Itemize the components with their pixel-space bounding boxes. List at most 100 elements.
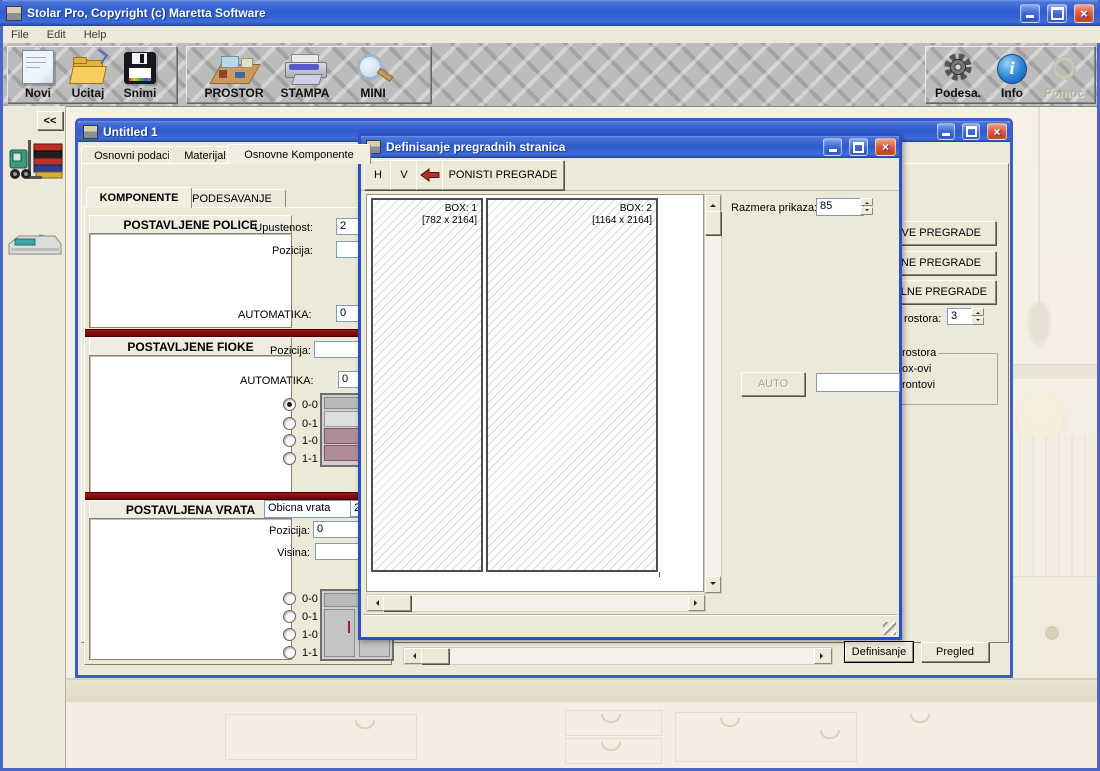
tab-osnovni-podaci[interactable]: Osnovni podaci	[81, 146, 183, 164]
mini-button-label: MINI	[360, 86, 385, 100]
group-item-boxovi[interactable]: ox-ovi	[902, 363, 931, 375]
scroll-left-button[interactable]	[404, 648, 422, 664]
box-name: BOX: 2	[592, 203, 652, 215]
scroll-right-button[interactable]	[814, 648, 832, 664]
radio-label: 0-0	[302, 399, 318, 411]
ponisti-pregrade-button[interactable]: PONISTI PREGRADE	[442, 160, 564, 190]
scroll-up-button[interactable]	[705, 195, 721, 212]
vrata-radio-0-0[interactable]: 0-0	[283, 592, 318, 605]
menu-edit[interactable]: Edit	[47, 29, 66, 41]
box-size: [1164 x 2164]	[592, 215, 652, 227]
radio-label: 1-0	[302, 629, 318, 641]
info-button[interactable]: i Info	[990, 50, 1034, 100]
pregled-button[interactable]: Pregled	[921, 642, 989, 662]
main-maximize-button[interactable]	[1047, 4, 1067, 23]
save-button[interactable]: Snimi	[114, 50, 166, 100]
tab-podesavanje[interactable]: PODESAVANJE	[178, 189, 286, 208]
police-pozicija-label: Pozicija:	[263, 245, 313, 257]
save-button-label: Snimi	[124, 86, 157, 100]
upustenost-label: Upustenost:	[253, 222, 313, 234]
scroll-thumb[interactable]	[383, 595, 411, 611]
tab-osnovne-komponente[interactable]: Osnovne Komponente	[227, 144, 371, 164]
menu-help[interactable]: Help	[84, 29, 107, 41]
radio-label: 0-0	[302, 593, 318, 605]
left-sidebar: <<	[3, 106, 66, 768]
open-button[interactable]: Ucitaj	[64, 50, 112, 100]
scroll-thumb[interactable]	[705, 211, 721, 235]
box-1[interactable]: BOX: 1 [782 x 2164]	[371, 198, 483, 572]
dialog-close-button[interactable]: ×	[875, 138, 896, 156]
group-item-frontovi[interactable]: rontovi	[902, 379, 935, 391]
document-hscrollbar[interactable]	[403, 647, 833, 665]
tab-komponente[interactable]: KOMPONENTE	[86, 187, 192, 208]
dialog-statusbar	[363, 615, 897, 636]
radio-label: 0-1	[302, 418, 318, 430]
doc-minimize-button[interactable]	[937, 123, 955, 140]
new-button[interactable]: Novi	[14, 50, 62, 100]
definisanje-button[interactable]: Definisanje	[845, 642, 913, 662]
main-close-button[interactable]: ×	[1074, 4, 1094, 23]
collapse-label: <<	[44, 115, 57, 127]
scroll-left-button[interactable]	[367, 595, 384, 611]
app-icon	[6, 6, 22, 21]
section-separator	[85, 492, 389, 500]
dialog-title: Definisanje pregradnih stranica	[386, 140, 565, 154]
printer-icon	[283, 54, 327, 84]
vrata-radio-1-0[interactable]: 1-0	[283, 628, 318, 641]
open-folder-icon	[71, 54, 105, 84]
vrata-radio-1-1[interactable]: 1-1	[283, 646, 318, 659]
scroll-right-button[interactable]	[688, 595, 705, 611]
sidebar-collapse-button[interactable]: <<	[37, 111, 63, 130]
radio-icon	[283, 646, 296, 659]
dialog-maximize-button[interactable]	[849, 138, 868, 156]
main-minimize-button[interactable]	[1020, 4, 1040, 23]
doc-maximize-button[interactable]	[962, 123, 980, 140]
fioke-pozicija-label: Pozicija:	[261, 345, 311, 357]
forklift-materials-icon[interactable]	[6, 130, 64, 190]
dialog-minimize-button[interactable]	[823, 138, 842, 156]
dialog-canvas[interactable]: BOX: 1 [782 x 2164] BOX: 2 [1164 x 2164]	[366, 194, 704, 592]
fioke-radio-0-1[interactable]: 0-1	[283, 417, 318, 430]
radio-icon	[283, 610, 296, 623]
radio-label: 0-1	[302, 611, 318, 623]
help-button[interactable]: Pomoc	[1038, 50, 1090, 100]
box-baseline	[483, 572, 660, 577]
canvas-hscrollbar[interactable]	[366, 594, 706, 612]
scroll-thumb[interactable]	[421, 648, 449, 664]
undo-partition-button[interactable]	[416, 160, 444, 190]
document-title: Untitled 1	[103, 125, 158, 139]
horizontal-split-button[interactable]: H	[364, 160, 392, 190]
vertical-split-button[interactable]: V	[390, 160, 418, 190]
doc-close-button[interactable]: ×	[987, 123, 1007, 140]
fioke-radio-1-0[interactable]: 1-0	[283, 434, 318, 447]
fioke-radio-1-1[interactable]: 1-1	[283, 452, 318, 465]
prostora-spinner-buttons[interactable]	[971, 308, 984, 325]
settings-button[interactable]: Podesa.	[932, 50, 984, 100]
vrata-list[interactable]	[89, 518, 292, 660]
vrata-radio-0-1[interactable]: 0-1	[283, 610, 318, 623]
resize-grip[interactable]	[883, 622, 896, 635]
main-titlebar: Stolar Pro, Copyright (c) Maretta Softwa…	[0, 0, 1100, 26]
main-window-title: Stolar Pro, Copyright (c) Maretta Softwa…	[27, 6, 266, 20]
scanner-icon[interactable]	[5, 210, 65, 262]
mini-button[interactable]: MINI	[345, 50, 401, 100]
auto-button[interactable]: AUTO	[741, 372, 805, 396]
auto-value-input[interactable]	[816, 373, 900, 392]
scroll-down-button[interactable]	[705, 576, 721, 593]
stampa-button[interactable]: STAMPA	[273, 50, 337, 100]
razmera-input[interactable]: 85	[816, 198, 864, 216]
fioke-radio-0-0[interactable]: 0-0	[283, 398, 318, 411]
gear-icon	[941, 52, 975, 84]
dialog-toolbar: H V PONISTI PREGRADE	[361, 158, 899, 191]
radio-icon	[283, 434, 296, 447]
canvas-vscrollbar[interactable]	[704, 194, 722, 594]
razmera-spinner-buttons[interactable]	[860, 198, 873, 216]
button-label: V	[400, 169, 407, 181]
menu-file[interactable]: File	[11, 29, 29, 41]
partition-dialog: Definisanje pregradnih stranica × H V PO…	[358, 133, 902, 640]
new-button-label: Novi	[25, 86, 51, 100]
razmera-label: Razmera prikaza:	[731, 202, 817, 214]
prostor-button[interactable]: PROSTOR	[201, 50, 267, 100]
radio-icon	[283, 592, 296, 605]
box-2[interactable]: BOX: 2 [1164 x 2164]	[486, 198, 658, 572]
